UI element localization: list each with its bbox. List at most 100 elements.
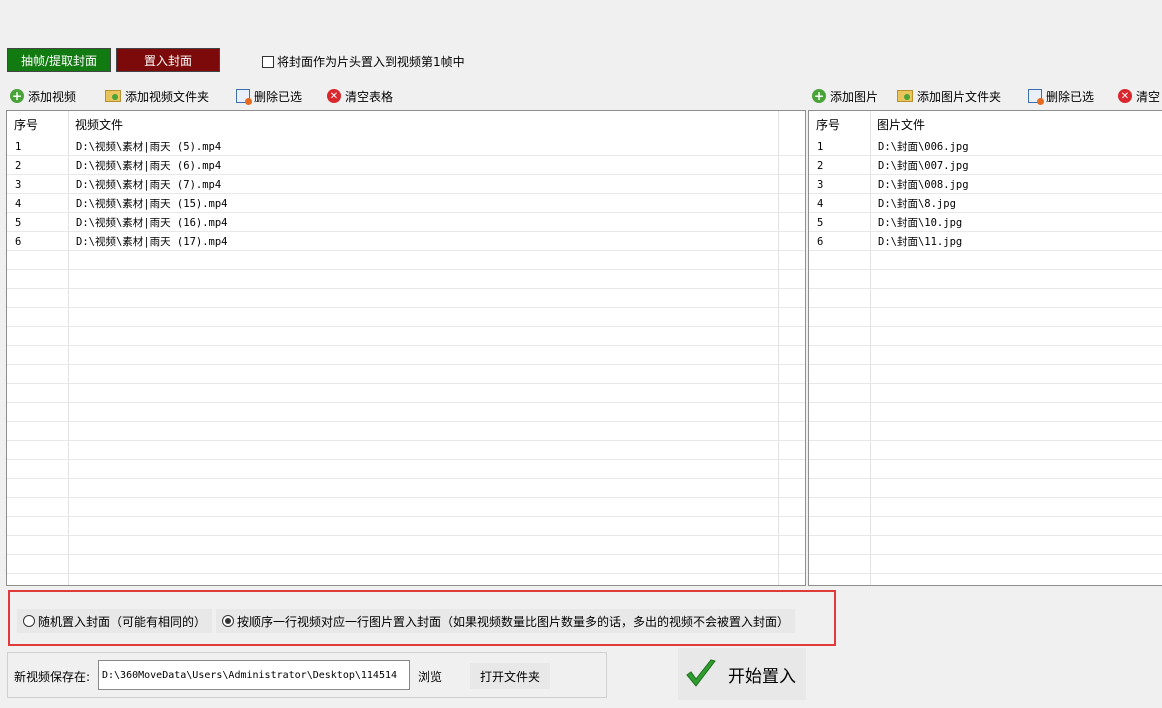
add-image-folder-button[interactable]: 添加图片文件夹	[897, 86, 1001, 106]
open-folder-button[interactable]: 打开文件夹	[470, 663, 550, 689]
row-index-cell: 6	[817, 235, 824, 248]
table-row	[809, 536, 1162, 555]
table-row	[7, 555, 805, 574]
row-index-cell: 1	[817, 140, 824, 153]
table-row	[7, 574, 805, 585]
table-row	[809, 555, 1162, 574]
extract-cover-button[interactable]: 抽帧/提取封面	[7, 48, 111, 72]
add-video-folder-label: 添加视频文件夹	[125, 89, 210, 104]
clear-icon: ✕	[1118, 89, 1132, 103]
checkmark-icon	[686, 659, 716, 687]
delete-selected-video-button[interactable]: 删除已选	[236, 86, 302, 106]
table-row	[809, 365, 1162, 384]
video-file-table[interactable]: 序号 视频文件 1 D:\视频\素材|雨天 (5).mp4 2 D:\视频\素材|雨天…	[6, 110, 806, 586]
folder-add-icon	[897, 90, 913, 102]
table-row	[809, 251, 1162, 270]
table-row	[7, 441, 805, 460]
image-path-cell: D:\封面\11.jpg	[878, 236, 963, 248]
sequential-embed-label: 按顺序一行视频对应一行图片置入封面（如果视频数量比图片数量多的话，多出的视频不会…	[237, 614, 790, 629]
image-path-cell: D:\封面\007.jpg	[878, 160, 969, 172]
table-row	[7, 479, 805, 498]
video-path-cell: D:\视频\素材|雨天 (6).mp4	[76, 160, 222, 172]
table-row[interactable]: 4 D:\封面\8.jpg	[809, 194, 1162, 213]
random-embed-option[interactable]: 随机置入封面（可能有相同的）	[17, 609, 213, 633]
table-row	[7, 422, 805, 441]
embed-cover-button[interactable]: 置入封面	[116, 48, 220, 72]
add-image-button[interactable]: + 添加图片	[812, 86, 878, 106]
table-row	[7, 270, 805, 289]
browse-button[interactable]: 浏览	[418, 668, 442, 685]
table-row[interactable]: 6 D:\封面\11.jpg	[809, 232, 1162, 251]
table-row	[7, 251, 805, 270]
row-index-cell: 5	[15, 216, 22, 229]
add-image-folder-label: 添加图片文件夹	[917, 89, 1002, 104]
table-row	[7, 289, 805, 308]
table-row	[809, 574, 1162, 585]
clear-table-label: 清空表格	[345, 89, 394, 104]
column-header-index[interactable]: 序号	[809, 111, 840, 137]
intro-frame-checkbox[interactable]: 将封面作为片头置入到视频第1帧中	[262, 53, 465, 70]
clear-table-label: 清空	[1136, 89, 1161, 104]
add-video-folder-button[interactable]: 添加视频文件夹	[105, 86, 209, 106]
table-row	[809, 422, 1162, 441]
delete-selected-label: 删除已选	[1046, 89, 1095, 104]
table-row[interactable]: 2 D:\封面\007.jpg	[809, 156, 1162, 175]
table-row	[809, 346, 1162, 365]
clear-video-table-button[interactable]: ✕ 清空表格	[327, 86, 393, 106]
table-row[interactable]: 1 D:\封面\006.jpg	[809, 137, 1162, 156]
start-embed-button[interactable]: 开始置入	[678, 648, 806, 700]
checkbox-box[interactable]	[262, 55, 274, 68]
column-header-video-file[interactable]: 视频文件	[68, 111, 123, 137]
table-row[interactable]: 5 D:\封面\10.jpg	[809, 213, 1162, 232]
table-row[interactable]: 4 D:\视频\素材|雨天 (15).mp4	[7, 194, 805, 213]
table-row[interactable]: 1 D:\视频\素材|雨天 (5).mp4	[7, 137, 805, 156]
row-index-cell: 3	[15, 178, 22, 191]
table-row	[7, 403, 805, 422]
row-index-cell: 3	[817, 178, 824, 191]
table-row	[809, 270, 1162, 289]
table-row	[809, 403, 1162, 422]
delete-icon	[1028, 89, 1044, 105]
table-row[interactable]: 2 D:\视频\素材|雨天 (6).mp4	[7, 156, 805, 175]
clear-image-table-button[interactable]: ✕ 清空	[1118, 86, 1160, 106]
row-index-cell: 6	[15, 235, 22, 248]
table-row	[809, 517, 1162, 536]
table-row[interactable]: 6 D:\视频\素材|雨天 (17).mp4	[7, 232, 805, 251]
table-row	[7, 327, 805, 346]
table-row	[809, 289, 1162, 308]
add-video-label: 添加视频	[28, 89, 77, 104]
add-icon: +	[812, 89, 826, 103]
video-path-cell: D:\视频\素材|雨天 (15).mp4	[76, 198, 228, 210]
table-row	[809, 308, 1162, 327]
column-header-image-file[interactable]: 图片文件	[870, 111, 925, 137]
image-path-cell: D:\封面\008.jpg	[878, 179, 969, 191]
table-row[interactable]: 5 D:\视频\素材|雨天 (16).mp4	[7, 213, 805, 232]
table-row	[809, 441, 1162, 460]
row-index-cell: 1	[15, 140, 22, 153]
column-header-index[interactable]: 序号	[7, 111, 38, 137]
save-path-input[interactable]	[98, 660, 410, 690]
add-image-label: 添加图片	[830, 89, 879, 104]
row-index-cell: 4	[817, 197, 824, 210]
table-row	[7, 517, 805, 536]
sequential-embed-option[interactable]: 按顺序一行视频对应一行图片置入封面（如果视频数量比图片数量多的话，多出的视频不会…	[216, 609, 796, 633]
radio-button[interactable]	[222, 615, 234, 627]
image-path-cell: D:\封面\8.jpg	[878, 198, 956, 210]
table-row[interactable]: 3 D:\封面\008.jpg	[809, 175, 1162, 194]
table-row	[7, 365, 805, 384]
table-row	[809, 384, 1162, 403]
table-row	[7, 308, 805, 327]
table-row	[7, 498, 805, 517]
video-path-cell: D:\视频\素材|雨天 (7).mp4	[76, 179, 222, 191]
start-embed-label: 开始置入	[728, 666, 796, 687]
table-row[interactable]: 3 D:\视频\素材|雨天 (7).mp4	[7, 175, 805, 194]
delete-selected-image-button[interactable]: 删除已选	[1028, 86, 1094, 106]
save-location-label: 新视频保存在:	[14, 670, 91, 684]
row-index-cell: 5	[817, 216, 824, 229]
intro-frame-label: 将封面作为片头置入到视频第1帧中	[277, 55, 465, 69]
radio-button[interactable]	[23, 615, 35, 627]
add-video-button[interactable]: + 添加视频	[10, 86, 76, 106]
image-file-table[interactable]: 序号 图片文件 1 D:\封面\006.jpg 2 D:\封面\007.jpg 3 D:\…	[808, 110, 1162, 586]
image-path-cell: D:\封面\10.jpg	[878, 217, 963, 229]
table-row	[809, 460, 1162, 479]
